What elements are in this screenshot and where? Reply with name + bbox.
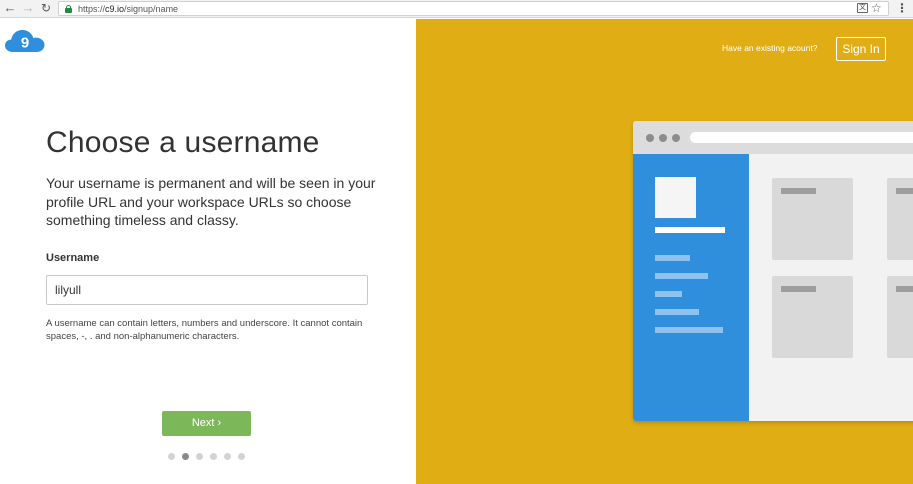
c9-logo[interactable]: 9 [5, 29, 45, 53]
star-icon[interactable]: ☆ [871, 1, 882, 15]
window-dot [659, 134, 667, 142]
illustration-card-line [781, 286, 816, 292]
reload-icon[interactable]: ↻ [39, 1, 53, 15]
browser-toolbar: ← → ↻ https://c9.io/signup/name 文 ☆ ⋮ [0, 0, 913, 18]
lock-icon [65, 5, 72, 13]
url-scheme: https:// [78, 4, 106, 14]
chevron-right-icon: › [217, 417, 222, 429]
step-dot [196, 453, 203, 460]
signup-form-panel: 9 Choose a username Your username is per… [0, 19, 416, 484]
illustration-menu-line [655, 309, 699, 315]
illustration-card-line [896, 188, 913, 194]
illustration-menu-line [655, 291, 682, 297]
illustration-titlebar [633, 121, 913, 154]
illustration-avatar [655, 177, 696, 218]
workspace-illustration [633, 121, 913, 421]
url-path: /signup/name [124, 4, 179, 14]
logo-text: 9 [21, 35, 29, 52]
step-dot [238, 453, 245, 460]
illustration-card [772, 178, 853, 260]
hero-panel: Have an existing acount? Sign In [416, 19, 913, 484]
sign-in-button[interactable]: Sign In [836, 37, 886, 61]
illustration-card [887, 178, 913, 260]
address-bar[interactable]: https://c9.io/signup/name [58, 1, 889, 16]
illustration-sidebar [633, 154, 749, 421]
illustration-name-line [655, 227, 725, 233]
illustration-card-line [896, 286, 913, 292]
next-button[interactable]: Next › [162, 411, 251, 436]
illustration-menu-line [655, 255, 690, 261]
username-input[interactable] [46, 275, 368, 305]
illustration-card [772, 276, 853, 358]
intro-text: Your username is permanent and will be s… [46, 175, 376, 228]
back-icon[interactable]: ← [3, 1, 17, 15]
illustration-menu-line [655, 273, 708, 279]
step-dot [224, 453, 231, 460]
illustration-card-line [781, 188, 816, 194]
step-dot [168, 453, 175, 460]
step-dot-active [182, 453, 189, 460]
illustration-menu-line [655, 327, 723, 333]
url-host: c9.io [105, 4, 125, 14]
translate-icon[interactable]: 文 [857, 3, 868, 13]
window-dot [672, 134, 680, 142]
username-help-text: A username can contain letters, numbers … [46, 318, 363, 342]
illustration-card [887, 276, 913, 358]
illustration-url-bar [690, 132, 913, 143]
menu-icon[interactable]: ⋮ [896, 1, 908, 15]
page-title: Choose a username [46, 126, 320, 159]
url-text: https://c9.io/signup/name [78, 3, 178, 15]
window-dot [646, 134, 654, 142]
step-dot [210, 453, 217, 460]
username-label: Username [46, 252, 100, 264]
illustration-content [749, 154, 913, 421]
existing-account-text: Have an existing acount? [722, 43, 818, 53]
forward-icon[interactable]: → [21, 1, 35, 15]
next-label: Next [191, 417, 215, 429]
